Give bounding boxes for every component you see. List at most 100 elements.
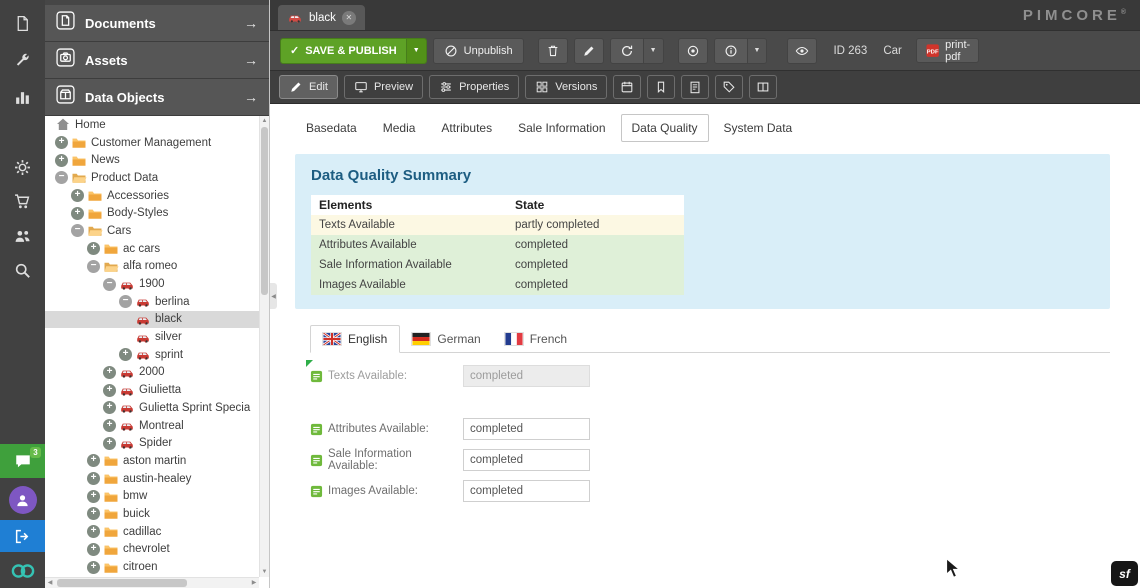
tree-item-sprint[interactable]: +sprint: [45, 346, 259, 364]
lang-tab-french[interactable]: French: [493, 326, 579, 352]
scrollbar-thumb[interactable]: [57, 579, 187, 587]
tree-item-home[interactable]: Home: [45, 116, 259, 134]
search-icon[interactable]: [0, 255, 45, 285]
reload-dropdown-caret[interactable]: ▼: [643, 39, 663, 63]
split-view-button[interactable]: [749, 75, 777, 99]
tree-item-spider[interactable]: +Spider: [45, 434, 259, 452]
tree-item-alfa-romeo[interactable]: −alfa romeo: [45, 258, 259, 276]
scroll-right-icon[interactable]: ▶: [249, 578, 259, 588]
settings-gear-icon[interactable]: [0, 152, 45, 182]
bookmark-button[interactable]: [647, 75, 675, 99]
tree-item-product-data[interactable]: −Product Data: [45, 169, 259, 187]
collapse-minus-icon[interactable]: −: [71, 224, 84, 237]
scroll-left-icon[interactable]: ◀: [45, 578, 55, 588]
tab-data-quality[interactable]: Data Quality: [621, 114, 709, 142]
expand-plus-icon[interactable]: +: [87, 472, 100, 485]
accordion-documents[interactable]: Documents →: [45, 5, 269, 42]
expand-plus-icon[interactable]: +: [103, 384, 116, 397]
expand-plus-icon[interactable]: +: [55, 154, 68, 167]
edit-view-button[interactable]: Edit: [279, 75, 338, 99]
tree-item-austin-healey[interactable]: +austin-healey: [45, 470, 259, 488]
print-pdf-button[interactable]: PDF print-pdf: [916, 38, 979, 63]
save-dropdown-caret[interactable]: ▼: [406, 39, 426, 63]
tab-media[interactable]: Media: [372, 114, 427, 142]
expand-plus-icon[interactable]: +: [87, 242, 100, 255]
delete-button[interactable]: [538, 38, 568, 64]
expand-plus-icon[interactable]: +: [103, 366, 116, 379]
tab-sale-information[interactable]: Sale Information: [507, 114, 616, 142]
expand-plus-icon[interactable]: +: [71, 189, 84, 202]
tree-item-accessories[interactable]: +Accessories: [45, 187, 259, 205]
expand-plus-icon[interactable]: +: [87, 561, 100, 574]
tree-item-bmw[interactable]: +bmw: [45, 487, 259, 505]
tree-item-chevrolet[interactable]: +chevrolet: [45, 541, 259, 559]
lang-tab-german[interactable]: German: [400, 326, 492, 352]
open-tab-black[interactable]: black ✕: [278, 5, 365, 30]
versions-view-button[interactable]: Versions: [525, 75, 607, 99]
tree-item-montreal[interactable]: +Montreal: [45, 417, 259, 435]
collapse-minus-icon[interactable]: −: [119, 295, 132, 308]
collapse-minus-icon[interactable]: −: [103, 278, 116, 291]
panel-collapse-handle[interactable]: ◀: [270, 283, 277, 309]
tab-system-data[interactable]: System Data: [713, 114, 804, 142]
info-dropdown-caret[interactable]: ▼: [747, 39, 767, 63]
tree-item-giulietta[interactable]: +Giulietta: [45, 381, 259, 399]
tree-item-cadillac[interactable]: +cadillac: [45, 523, 259, 541]
rename-button[interactable]: [574, 38, 604, 64]
notes-button[interactable]: [681, 75, 709, 99]
tree-item-buick[interactable]: +buick: [45, 505, 259, 523]
tab-basedata[interactable]: Basedata: [295, 114, 368, 142]
scroll-up-icon[interactable]: ▲: [260, 116, 269, 126]
tags-button[interactable]: [715, 75, 743, 99]
unpublish-button[interactable]: Unpublish: [433, 38, 524, 64]
tree-item-customer-management[interactable]: +Customer Management: [45, 134, 259, 152]
collapse-minus-icon[interactable]: −: [87, 260, 100, 273]
tree-item-2000[interactable]: +2000: [45, 364, 259, 382]
lang-tab-english[interactable]: English: [310, 325, 400, 353]
tree-item-ac-cars[interactable]: +ac cars: [45, 240, 259, 258]
expand-plus-icon[interactable]: +: [87, 490, 100, 503]
expand-plus-icon[interactable]: +: [119, 348, 132, 361]
collapse-minus-icon[interactable]: −: [55, 171, 68, 184]
field-input-texts-available-[interactable]: [463, 365, 590, 387]
tree-horizontal-scrollbar[interactable]: ◀ ▶: [45, 577, 259, 588]
expand-plus-icon[interactable]: +: [87, 507, 100, 520]
reload-button[interactable]: ▼: [610, 38, 664, 64]
expand-plus-icon[interactable]: +: [103, 419, 116, 432]
chat-button[interactable]: 3: [0, 444, 45, 478]
schedule-button[interactable]: [613, 75, 641, 99]
tree-item-news[interactable]: +News: [45, 151, 259, 169]
expand-plus-icon[interactable]: +: [71, 207, 84, 220]
ecommerce-cart-icon[interactable]: [0, 186, 45, 216]
expand-plus-icon[interactable]: +: [55, 136, 68, 149]
scroll-down-icon[interactable]: ▼: [260, 567, 269, 577]
locate-in-tree-button[interactable]: [678, 38, 708, 64]
close-tab-icon[interactable]: ✕: [342, 11, 356, 25]
expand-plus-icon[interactable]: +: [87, 543, 100, 556]
properties-view-button[interactable]: Properties: [429, 75, 519, 99]
tree-item-cars[interactable]: −Cars: [45, 222, 259, 240]
tree-item-body-styles[interactable]: +Body-Styles: [45, 204, 259, 222]
tree-item-gulietta-sprint-specia[interactable]: +Gulietta Sprint Specia: [45, 399, 259, 417]
field-input-attributes-available-[interactable]: [463, 418, 590, 440]
preview-view-button[interactable]: Preview: [344, 75, 423, 99]
tools-icon[interactable]: [0, 45, 45, 75]
expand-plus-icon[interactable]: +: [103, 437, 116, 450]
expand-plus-icon[interactable]: +: [103, 401, 116, 414]
expand-plus-icon[interactable]: +: [87, 454, 100, 467]
tree-item-citroen[interactable]: +citroen: [45, 558, 259, 576]
field-input-sale-information-available-[interactable]: [463, 449, 590, 471]
reports-icon[interactable]: [0, 82, 45, 112]
info-button[interactable]: ▼: [714, 38, 768, 64]
pimcore-logo-icon[interactable]: [0, 554, 45, 588]
user-profile-button[interactable]: [0, 484, 45, 516]
tree-item-berlina[interactable]: −berlina: [45, 293, 259, 311]
accordion-data-objects[interactable]: Data Objects →: [45, 79, 269, 116]
tree-item-silver[interactable]: silver: [45, 328, 259, 346]
scrollbar-thumb[interactable]: [261, 127, 268, 295]
tree-item-aston-martin[interactable]: +aston martin: [45, 452, 259, 470]
expand-plus-icon[interactable]: +: [87, 525, 100, 538]
accordion-assets[interactable]: Assets →: [45, 42, 269, 79]
logout-button[interactable]: [0, 520, 45, 552]
tab-attributes[interactable]: Attributes: [430, 114, 503, 142]
